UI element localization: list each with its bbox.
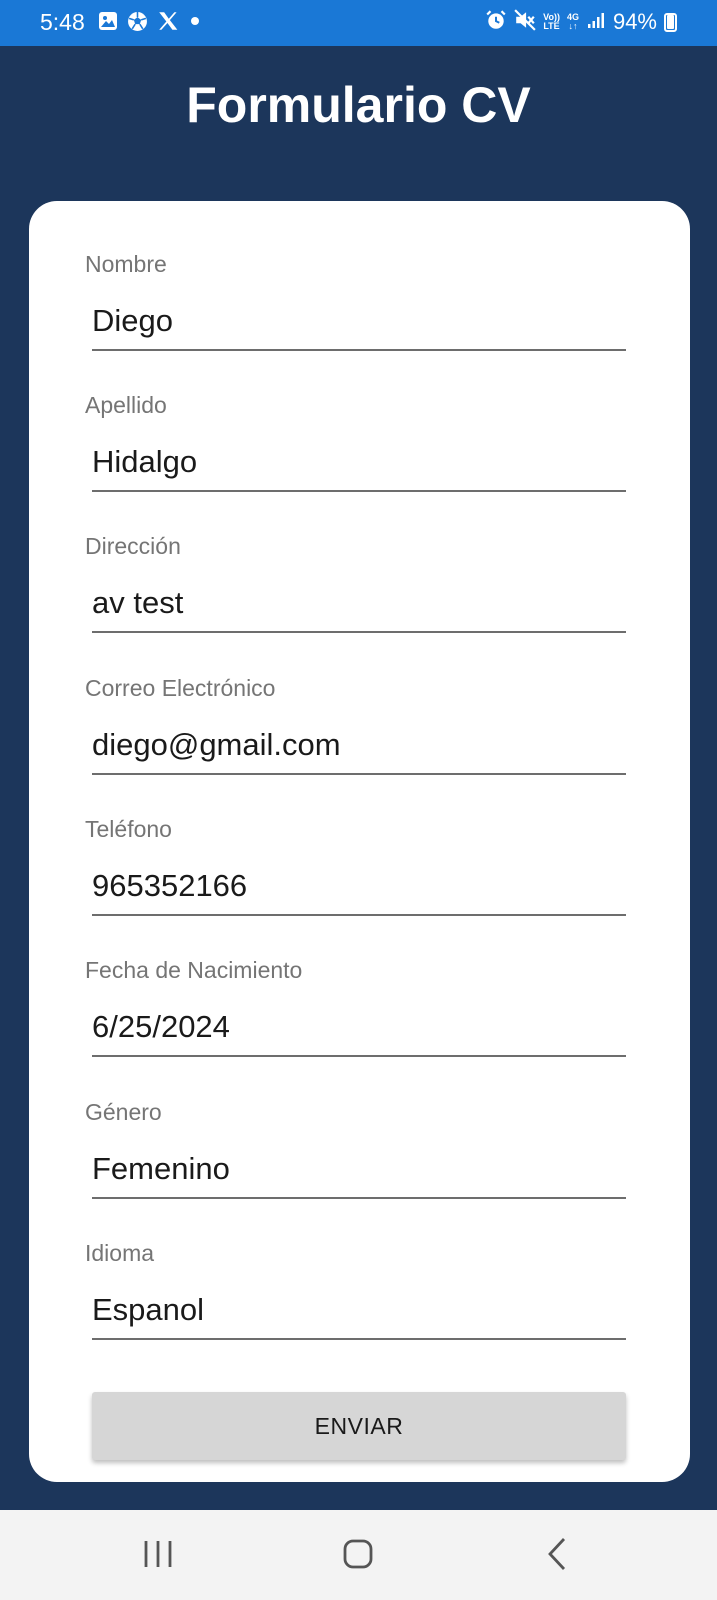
genero-input[interactable]: [92, 1151, 626, 1199]
volte-icon: Vo)) LTE: [543, 12, 560, 31]
field-label: Apellido: [85, 392, 167, 418]
alarm-icon: [485, 9, 507, 35]
form-card: Nombre Apellido Dirección Correo Electró…: [29, 201, 690, 1482]
field-idioma: Idioma: [85, 1240, 637, 1340]
enviar-button[interactable]: ENVIAR: [92, 1392, 626, 1460]
nombre-input[interactable]: [92, 303, 626, 351]
soccer-ball-icon: [127, 11, 148, 36]
field-nombre: Nombre: [85, 251, 637, 351]
field-fecha-nacimiento: Fecha de Nacimiento: [85, 957, 637, 1057]
telefono-input[interactable]: [92, 868, 626, 916]
direccion-input[interactable]: [92, 585, 626, 633]
battery-icon: [664, 12, 677, 32]
field-label: Fecha de Nacimiento: [85, 957, 303, 983]
apellido-input[interactable]: [92, 444, 626, 492]
status-time: 5:48: [40, 9, 85, 35]
status-right-icons: Vo)) LTE 4G ↓↑ 94%: [485, 9, 677, 35]
recent-apps-icon[interactable]: [141, 1535, 175, 1578]
nav-bar: [0, 1510, 717, 1600]
4g-icon: 4G ↓↑: [566, 12, 579, 31]
field-label: Idioma: [85, 1240, 155, 1266]
field-label: Dirección: [85, 533, 181, 559]
field-telefono: Teléfono: [85, 816, 637, 916]
status-left-icons: [98, 10, 202, 36]
field-label: Correo Electrónico: [85, 675, 276, 701]
fecha-nacimiento-input[interactable]: [92, 1009, 626, 1057]
field-label: Nombre: [85, 251, 167, 277]
field-genero: Género: [85, 1099, 637, 1199]
field-correo: Correo Electrónico: [85, 675, 637, 775]
image-icon: [98, 11, 118, 35]
status-bar: 5:48 Vo)) LTE 4G ↓↑ 94%: [0, 0, 717, 46]
back-icon[interactable]: [542, 1535, 576, 1578]
home-icon[interactable]: [339, 1535, 377, 1578]
field-apellido: Apellido: [85, 392, 637, 492]
dot-icon: [188, 14, 202, 32]
mute-icon: [514, 9, 536, 35]
battery-percent: 94%: [612, 9, 657, 34]
x-logo-icon: [157, 10, 179, 36]
idioma-input[interactable]: [92, 1292, 626, 1340]
field-direccion: Dirección: [85, 533, 637, 633]
field-label: Género: [85, 1099, 162, 1125]
email-input[interactable]: [92, 727, 626, 775]
signal-icon: [586, 10, 606, 34]
field-label: Teléfono: [85, 816, 172, 842]
page-title: Formulario CV: [186, 77, 531, 133]
